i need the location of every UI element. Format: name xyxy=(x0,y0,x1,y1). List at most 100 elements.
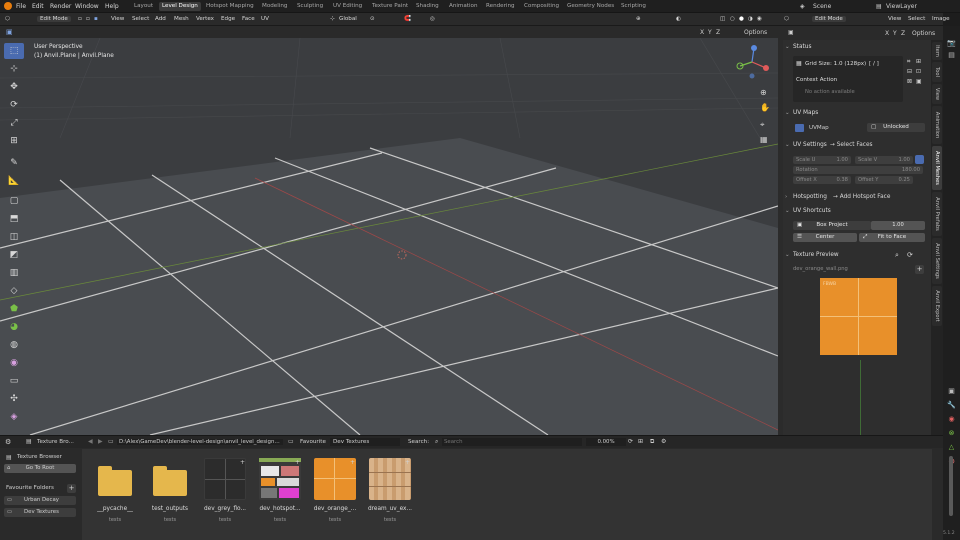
browser-path[interactable]: D:\Alex\GameDev\blender-level-design\anv… xyxy=(117,439,283,445)
tab-anvil-export[interactable]: Anvil Export xyxy=(932,286,942,326)
uv-axis-x[interactable]: X xyxy=(885,30,889,37)
workspace-tab-animation[interactable]: Animation xyxy=(446,2,481,11)
axis-x-toggle[interactable]: X xyxy=(700,29,704,36)
blender-logo-icon[interactable] xyxy=(4,2,12,10)
properties-scrollbar[interactable] xyxy=(949,456,953,516)
snap-icon[interactable]: 🧲 xyxy=(404,16,411,22)
snap-grid-icon[interactable]: ⌗ xyxy=(907,58,910,66)
settings-icon[interactable]: ⚙ xyxy=(661,438,666,445)
custom-tool-icon[interactable]: ◈ xyxy=(4,409,24,425)
shading-material-icon[interactable]: ◑ xyxy=(748,16,753,22)
scene-name[interactable]: Scene xyxy=(813,3,831,10)
uv-select-icon[interactable]: ▣ xyxy=(788,29,794,36)
knife-tool-icon[interactable]: ◇ xyxy=(4,283,24,299)
search-input[interactable] xyxy=(442,438,582,446)
uv-mode-dropdown[interactable]: Edit Mode xyxy=(812,16,846,22)
menu-file[interactable]: File xyxy=(16,3,26,10)
uv-menu-select[interactable]: Select xyxy=(908,16,925,22)
uv-maps-header[interactable]: UV Maps xyxy=(793,110,818,116)
workspace-tab-shading[interactable]: Shading xyxy=(413,2,442,11)
uv-menu-view[interactable]: View xyxy=(888,16,901,22)
shading-rendered-icon[interactable]: ◉ xyxy=(757,16,762,22)
pan-hand-icon[interactable]: ✋ xyxy=(760,103,770,112)
add-asset-icon[interactable]: + xyxy=(240,459,245,466)
center-button[interactable]: ☰ Center xyxy=(793,233,857,242)
shading-wire-icon[interactable]: ○ xyxy=(730,16,735,22)
menu-uv[interactable]: UV xyxy=(261,16,269,22)
workspace-tab-rendering[interactable]: Rendering xyxy=(483,2,518,11)
uv-fit-icon[interactable]: ▣ xyxy=(916,78,922,85)
tab-view[interactable]: View xyxy=(932,84,942,104)
browser-editor-name[interactable]: Texture Bro... xyxy=(37,439,74,445)
add-asset-icon[interactable]: + xyxy=(405,459,410,466)
select-box-icon[interactable]: ▣ xyxy=(6,28,13,36)
nav-forward-icon[interactable]: ▶ xyxy=(98,438,103,445)
workspace-tab-hotspot-mapping[interactable]: Hotspot Mapping xyxy=(203,2,257,11)
rotate-tool-icon[interactable]: ⟳ xyxy=(4,97,24,113)
modifier-properties-icon[interactable]: 🔧 xyxy=(946,400,957,411)
annotate-tool-icon[interactable]: ✎ xyxy=(4,155,24,171)
data-properties-icon[interactable]: △ xyxy=(946,442,957,453)
scale-link-icon[interactable] xyxy=(915,155,924,164)
refresh-icon[interactable]: ⟳ xyxy=(628,438,633,445)
poly-build-tool-icon[interactable]: ⬟ xyxy=(4,301,24,317)
scale-v-field[interactable]: Scale V 1.00 xyxy=(855,156,913,164)
menu-edit[interactable]: Edit xyxy=(32,3,44,10)
object-properties-icon[interactable]: ▣ xyxy=(946,386,957,397)
uvmap-name[interactable]: UVMap xyxy=(809,125,829,131)
box-project-button[interactable]: ▣ Box Project xyxy=(793,221,871,230)
axis-y-toggle[interactable]: Y xyxy=(708,29,712,36)
add-cube-tool-icon[interactable]: ▢ xyxy=(4,193,24,209)
workspace-tab-scripting[interactable]: Scripting xyxy=(618,2,649,11)
inset-tool-icon[interactable]: ◫ xyxy=(4,229,24,245)
view-layer-icon[interactable]: ▤ xyxy=(876,3,882,10)
browser-panel-icon[interactable]: ▤ xyxy=(26,438,32,445)
uv-editor-type-icon[interactable]: ⬡ xyxy=(784,16,789,22)
bevel-tool-icon[interactable]: ◩ xyxy=(4,247,24,263)
workspace-tab-level-design[interactable]: Level Design xyxy=(159,2,201,11)
preview-zoom-icon[interactable]: ⌕ xyxy=(895,251,899,260)
uv-options-dropdown[interactable]: Options xyxy=(912,30,935,37)
workspace-tab-compositing[interactable]: Compositing xyxy=(521,2,562,11)
offset-x-field[interactable]: Offset X 0.38 xyxy=(793,176,851,184)
uv-settings-header[interactable]: UV Settings xyxy=(793,142,827,148)
overlay-icon[interactable]: ◐ xyxy=(676,16,681,22)
preview-refresh-icon[interactable]: ⟳ xyxy=(907,251,913,259)
uv-rotate-icon[interactable]: ⊡ xyxy=(916,68,921,75)
rotation-field[interactable]: Rotation 180.00 xyxy=(793,166,923,174)
shading-solid-icon[interactable]: ● xyxy=(739,16,744,22)
menu-render[interactable]: Render xyxy=(50,3,71,10)
menu-view[interactable]: View xyxy=(111,16,124,22)
status-chevron-icon[interactable]: ⌄ xyxy=(785,44,790,50)
hotspotting-header[interactable]: Hotspotting xyxy=(793,194,827,200)
tab-anvil-prefabs[interactable]: Anvil Prefabs xyxy=(932,192,942,236)
scale-u-field[interactable]: Scale U 1.00 xyxy=(793,156,851,164)
link-icon[interactable]: ⧉ xyxy=(650,438,654,446)
zoom-icon[interactable]: ⊕ xyxy=(760,88,767,97)
pivot-icon[interactable]: ⊙ xyxy=(370,16,375,22)
move-tool-icon[interactable]: ✥ xyxy=(4,79,24,95)
rip-tool-icon[interactable]: ✣ xyxy=(4,391,24,407)
uv-axis-y[interactable]: Y xyxy=(893,30,897,37)
workspace-tab-modeling[interactable]: Modeling xyxy=(259,2,290,11)
menu-help[interactable]: Help xyxy=(105,3,119,10)
nav-back-icon[interactable]: ◀ xyxy=(88,438,93,445)
favourite-folder-item[interactable]: ▭ Urban Decay xyxy=(4,496,76,505)
add-favourite-icon[interactable]: + xyxy=(67,484,76,493)
scene-icon[interactable]: ◈ xyxy=(800,3,805,10)
offset-y-field[interactable]: Offset Y 0.25 xyxy=(855,176,913,184)
uv-settings-chevron-icon[interactable]: ⌄ xyxy=(785,142,790,148)
navigation-gizmo[interactable] xyxy=(734,44,770,80)
tab-tool[interactable]: Tool xyxy=(932,62,942,82)
select-box-tool-icon[interactable]: ⬚ xyxy=(4,43,24,59)
uv-maps-chevron-icon[interactable]: ⌄ xyxy=(785,110,790,116)
workspace-tab-layout[interactable]: Layout xyxy=(131,2,156,11)
smooth-tool-icon[interactable]: ◍ xyxy=(4,337,24,353)
transform-orientation-icon[interactable]: ⊹ xyxy=(330,16,335,22)
viewport-gizmo-icon[interactable]: ⊕ xyxy=(636,16,641,22)
browser-editor-type-icon[interactable]: ⚙ xyxy=(5,438,11,446)
uv-align-icon[interactable]: ⊟ xyxy=(907,68,912,75)
filter-icon[interactable]: ⊞ xyxy=(638,438,643,445)
uv-shortcuts-header[interactable]: UV Shortcuts xyxy=(793,208,831,214)
perspective-toggle-icon[interactable]: ▦ xyxy=(760,135,768,144)
